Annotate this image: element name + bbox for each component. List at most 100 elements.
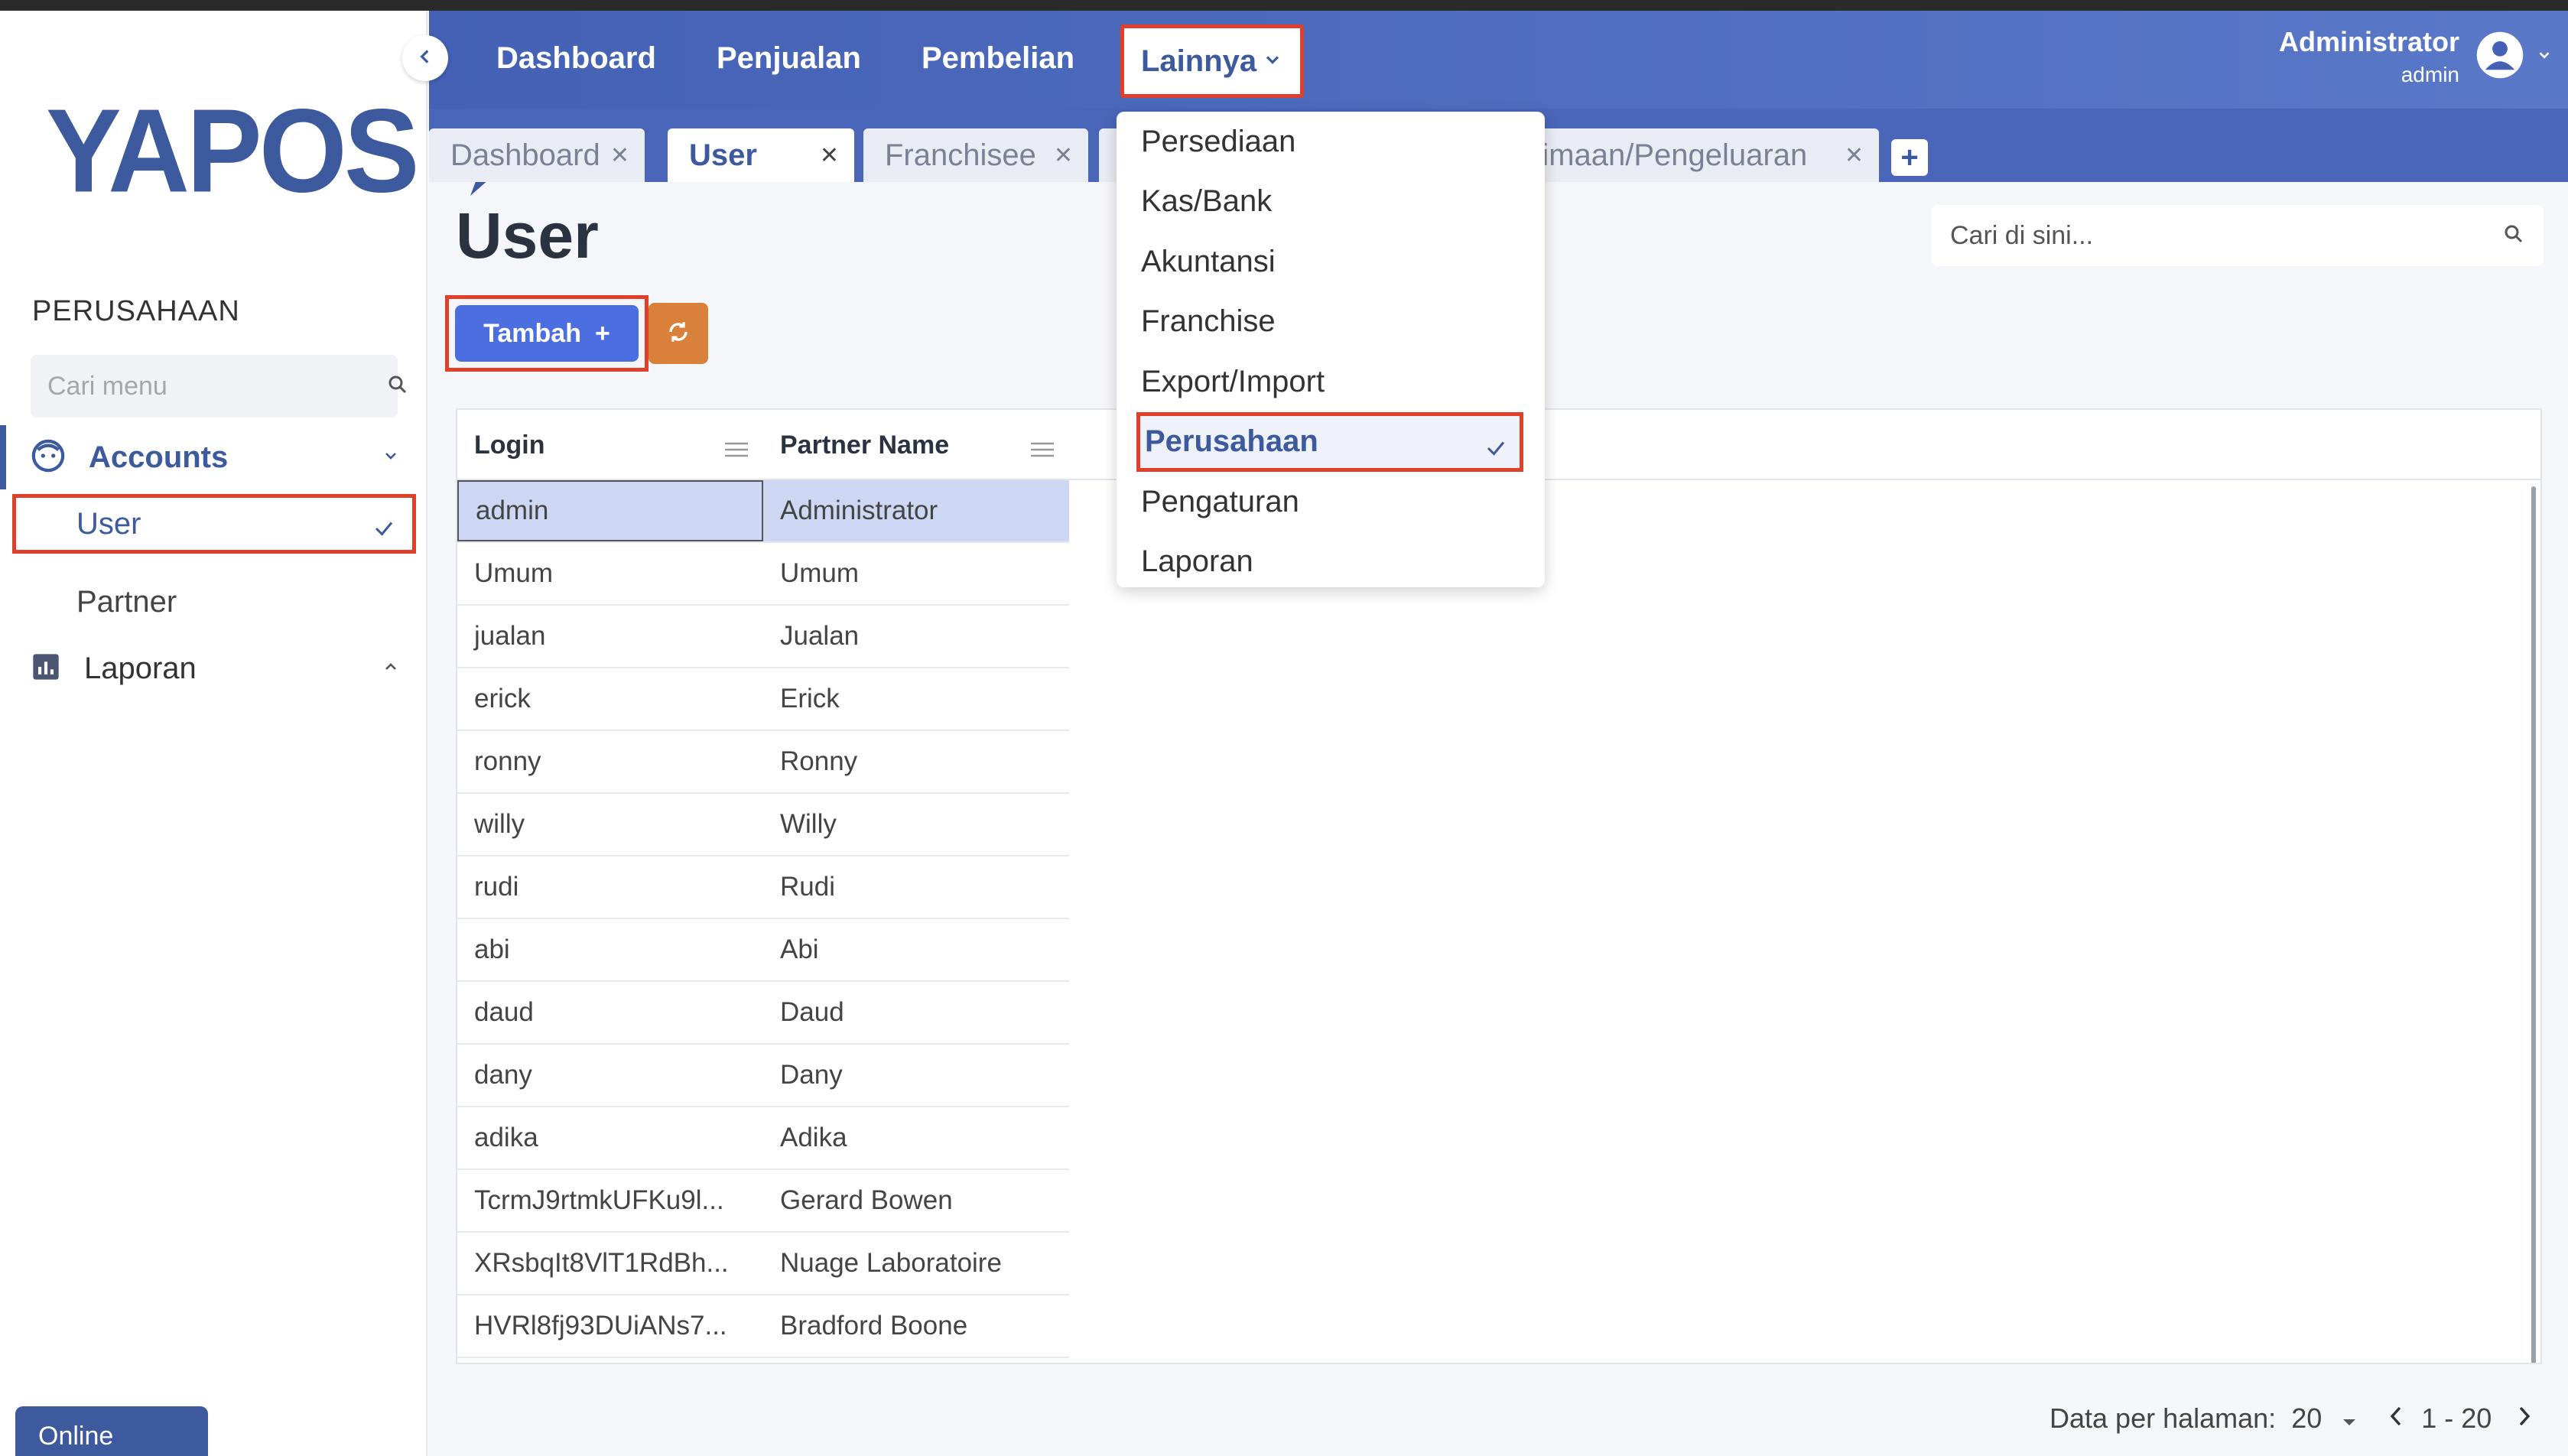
cell-login[interactable]: admin (457, 480, 763, 541)
table-row[interactable]: dany Dany (457, 1045, 1069, 1107)
tab-dashboard[interactable]: Dashboard ✕ (429, 128, 645, 182)
table-row[interactable]: adika Adika (457, 1107, 1069, 1170)
dropdown-item-laporan[interactable]: Laporan (1117, 532, 1545, 592)
dropdown-item-label: Persediaan (1141, 124, 1296, 158)
column-menu-icon[interactable] (1029, 436, 1055, 466)
tab-franchisee[interactable]: Franchisee ✕ (863, 128, 1088, 182)
cell-partner-name[interactable]: Dany (763, 1045, 1069, 1106)
chevron-left-icon[interactable] (2388, 1402, 2406, 1435)
dropdown-item-label: Pengaturan (1141, 484, 1299, 518)
search-input[interactable] (1950, 220, 2502, 251)
chevron-down-icon (1262, 49, 1283, 74)
dropdown-item-kas-bank[interactable]: Kas/Bank (1117, 172, 1545, 232)
cell-partner-name[interactable]: Gerard Bowen (763, 1170, 1069, 1231)
table-row[interactable]: erick Erick (457, 668, 1069, 731)
cell-login[interactable]: Umum (457, 543, 763, 604)
face-icon (31, 438, 66, 477)
sidebar-group-accounts[interactable]: Accounts (0, 425, 427, 489)
cell-login[interactable]: rudi (457, 856, 763, 918)
close-icon[interactable]: ✕ (820, 142, 839, 169)
menu-search-input[interactable] (47, 371, 386, 401)
search-icon[interactable] (386, 373, 409, 400)
cell-partner-name[interactable]: Bradford Boone (763, 1295, 1069, 1357)
table-row[interactable]: Umum Umum (457, 543, 1069, 606)
add-tab-button[interactable]: + (1891, 139, 1928, 176)
cell-login[interactable]: ronny (457, 731, 763, 792)
cell-partner-name[interactable]: Jualan (763, 606, 1069, 667)
refresh-button[interactable] (649, 303, 708, 364)
search-icon[interactable] (2502, 223, 2525, 249)
vertical-scrollbar[interactable] (2531, 486, 2536, 1363)
cell-partner-name[interactable]: Daud (763, 982, 1069, 1043)
cell-login[interactable]: XRsbqIt8VlT1RdBh... (457, 1233, 763, 1294)
nav-penjualan[interactable]: Penjualan (717, 41, 861, 76)
cell-login[interactable]: daud (457, 982, 763, 1043)
tab-label: Dashboard (450, 138, 600, 172)
cell-partner-name[interactable]: Nuage Laboratoire (763, 1233, 1069, 1294)
nav-lainnya-dropdown[interactable]: Lainnya (1120, 24, 1304, 98)
chevron-right-icon[interactable] (2514, 1402, 2533, 1435)
table-row[interactable]: jualan Jualan (457, 606, 1069, 668)
page-range: 1 - 20 (2421, 1402, 2492, 1434)
cell-partner-name[interactable]: Adika (763, 1107, 1069, 1168)
cell-login[interactable]: HVRl8fj93DUiANs7... (457, 1295, 763, 1357)
dropdown-item-pengaturan[interactable]: Pengaturan (1117, 472, 1545, 531)
nav-dashboard[interactable]: Dashboard (496, 41, 656, 76)
table-row[interactable]: TcrmJ9rtmkUFKu9l... Gerard Bowen (457, 1170, 1069, 1233)
table-row[interactable]: daud Daud (457, 982, 1069, 1045)
avatar-icon[interactable] (2475, 30, 2525, 84)
cell-login[interactable]: dany (457, 1045, 763, 1106)
table-row[interactable]: HVRl8fj93DUiANs7... Bradford Boone (457, 1295, 1069, 1358)
tab-user[interactable]: User ✕ (668, 128, 854, 182)
check-icon (371, 513, 397, 548)
sidebar-item-user[interactable]: User (12, 494, 416, 554)
sidebar-item-label: Partner (76, 584, 177, 619)
dropdown-item-persediaan[interactable]: Persediaan (1117, 112, 1545, 171)
per-page-select[interactable]: 20 (2291, 1402, 2322, 1435)
table-row[interactable]: XRsbqIt8VlT1RdBh... Nuage Laboratoire (457, 1233, 1069, 1295)
chevron-left-icon (415, 47, 435, 70)
close-icon[interactable]: ✕ (1845, 142, 1864, 169)
nav-pembelian[interactable]: Pembelian (922, 41, 1074, 76)
top-navbar: Dashboard Penjualan Pembelian Lainnya Ad… (429, 11, 2568, 109)
cell-partner-name[interactable]: Willy (763, 794, 1069, 855)
cell-login[interactable]: willy (457, 794, 763, 855)
close-icon[interactable]: ✕ (610, 142, 629, 169)
cell-partner-name[interactable]: Ronny (763, 731, 1069, 792)
cell-partner-name[interactable]: Abi (763, 919, 1069, 980)
table-row[interactable]: admin Administrator (457, 480, 1069, 543)
dropdown-item-franchise[interactable]: Franchise (1117, 292, 1545, 352)
table-row[interactable]: willy Willy (457, 794, 1069, 856)
cell-partner-name[interactable]: Administrator (763, 480, 1069, 541)
cell-partner-name[interactable]: Rudi (763, 856, 1069, 918)
add-button-label: Tambah (483, 318, 581, 348)
column-header-login[interactable]: Login (457, 410, 763, 480)
cell-login[interactable]: abi (457, 919, 763, 980)
chevron-up-icon (382, 658, 400, 680)
cell-login[interactable]: TcrmJ9rtmkUFKu9l... (457, 1170, 763, 1231)
sidebar-item-partner[interactable]: Partner (12, 572, 416, 632)
add-button[interactable]: Tambah + (455, 305, 639, 362)
table-row[interactable]: ronny Ronny (457, 731, 1069, 794)
dropdown-item-export-import[interactable]: Export/Import (1117, 352, 1545, 411)
table-row[interactable]: abi Abi (457, 919, 1069, 982)
sidebar-group-label: Laporan (84, 651, 197, 685)
sidebar-collapse-button[interactable] (402, 35, 448, 81)
sidebar-group-laporan[interactable]: Laporan (0, 636, 427, 700)
cell-partner-name[interactable]: Umum (763, 543, 1069, 604)
column-header-partner-name[interactable]: Partner Name (763, 410, 1069, 480)
caret-down-icon[interactable] (2342, 1402, 2357, 1435)
cell-login[interactable]: adika (457, 1107, 763, 1168)
dropdown-item-akuntansi[interactable]: Akuntansi (1117, 232, 1545, 291)
column-header-label: Login (474, 430, 545, 460)
dropdown-item-perusahaan[interactable]: Perusahaan (1136, 411, 1523, 472)
pagination: Data per halaman: 20 1 - 20 (2050, 1399, 2533, 1438)
table-row[interactable]: rudi Rudi (457, 856, 1069, 919)
cell-partner-name[interactable]: Erick (763, 668, 1069, 730)
cell-login[interactable]: erick (457, 668, 763, 730)
cell-login[interactable]: jualan (457, 606, 763, 667)
column-menu-icon[interactable] (723, 436, 749, 466)
close-icon[interactable]: ✕ (1054, 142, 1073, 169)
user-menu[interactable]: Administrator admin (2279, 26, 2553, 87)
chevron-down-icon[interactable] (2536, 47, 2553, 67)
